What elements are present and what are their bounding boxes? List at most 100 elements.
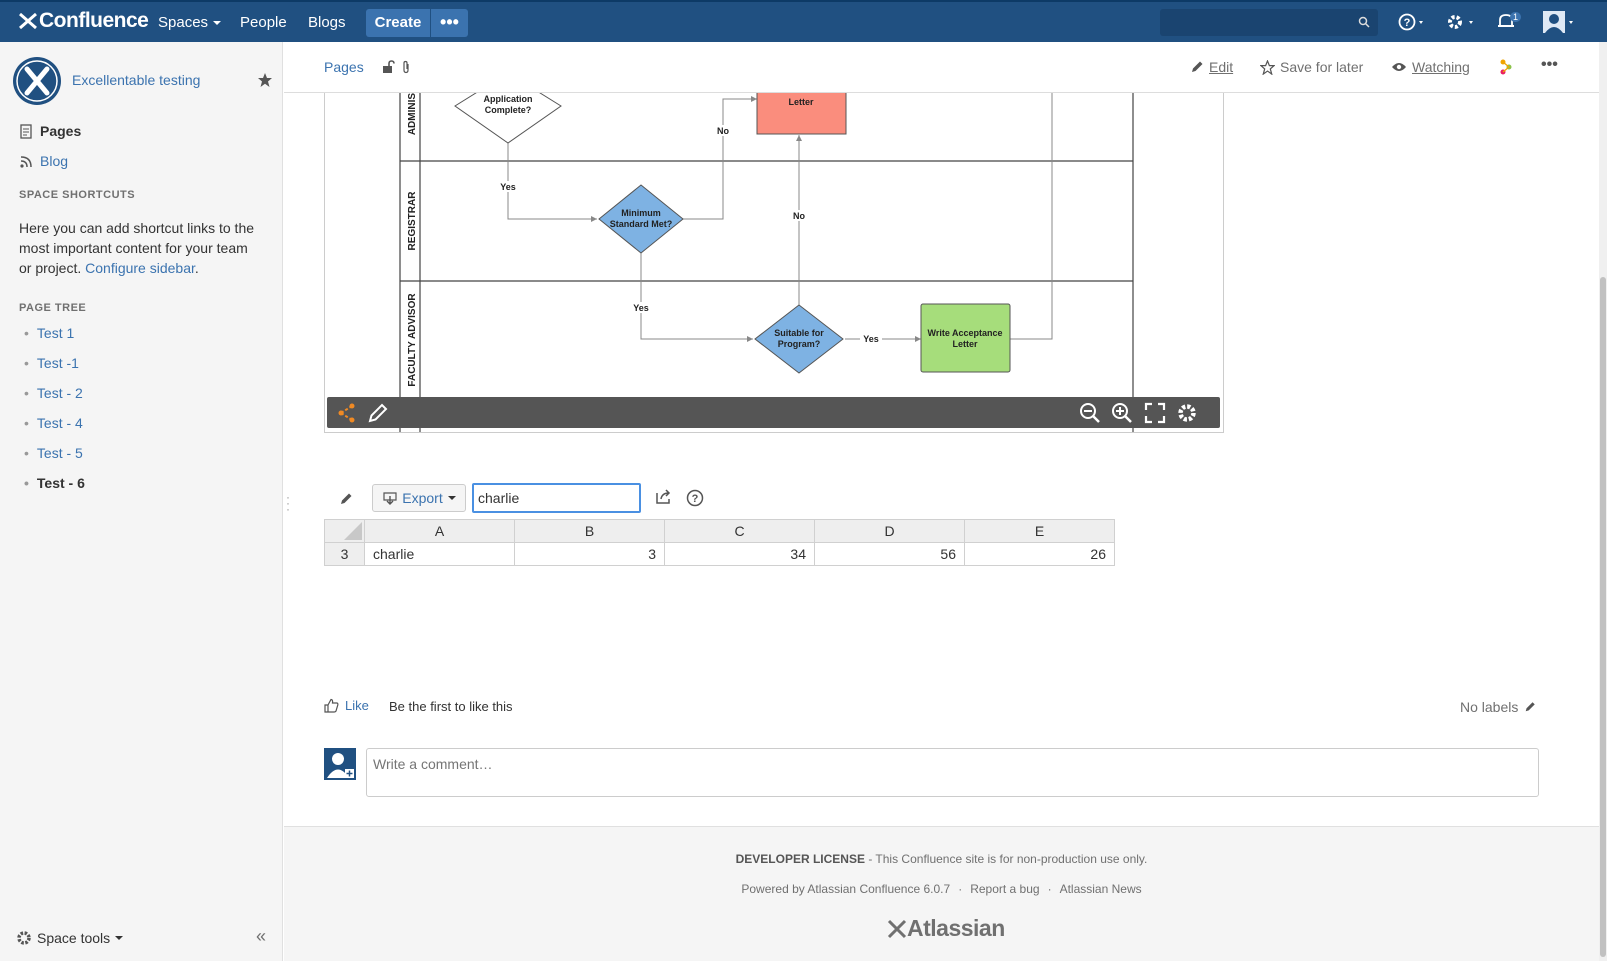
flowchart-diagram[interactable]: ADMINIST REGISTRAR FACULTY ADVISOR Yes N…	[324, 62, 1224, 433]
fullscreen-button[interactable]	[1144, 402, 1166, 427]
node-label-minimum: Minimum	[621, 208, 661, 218]
page-tree-item[interactable]: Test -1	[24, 355, 79, 371]
create-more-button[interactable]: •••	[431, 9, 468, 37]
sheet-help-button[interactable]: ?	[686, 489, 704, 510]
column-header[interactable]: D	[814, 519, 965, 543]
atlassian-logo[interactable]: Atlassian	[887, 915, 1005, 942]
sheet-edit-button[interactable]	[339, 484, 353, 514]
table-cell[interactable]: charlie	[364, 542, 515, 566]
space-tools-button[interactable]: Space tools	[16, 930, 124, 946]
connector	[682, 98, 757, 220]
settings-menu[interactable]	[1446, 12, 1478, 35]
save-for-later-label: Save for later	[1280, 59, 1364, 75]
powered-by-link[interactable]: Powered by Atlassian Confluence 6.0.7	[741, 882, 950, 896]
svg-text:?: ?	[692, 493, 699, 505]
top-header: Confluence Spaces People Blogs Create ••…	[0, 0, 1607, 42]
like-summary: Be the first to like this	[389, 699, 513, 714]
node-label-suitable: Suitable for	[774, 328, 824, 338]
column-header[interactable]: B	[514, 519, 665, 543]
watching-button[interactable]: Watching	[1391, 59, 1470, 75]
pencil-icon	[1526, 702, 1536, 712]
scrollbar-thumb[interactable]	[1600, 277, 1606, 957]
atlassian-logo-text: Atlassian	[907, 915, 1005, 941]
confluence-logo[interactable]: Confluence	[18, 9, 149, 33]
connector	[640, 251, 753, 340]
zoom-in-icon	[1112, 403, 1132, 423]
attachments-button[interactable]	[401, 60, 416, 74]
space-name-link[interactable]: Excellentable testing	[72, 72, 200, 88]
share-network-icon	[338, 403, 355, 423]
restrictions-button[interactable]	[381, 60, 400, 74]
share-arrow-icon	[656, 489, 671, 504]
page-tree-heading: PAGE TREE	[19, 302, 87, 314]
export-button[interactable]: Export	[372, 484, 466, 512]
space-shortcuts-text: Here you can add shortcut links to the m…	[19, 218, 264, 278]
eye-icon	[1392, 63, 1406, 71]
comment-input[interactable]	[366, 748, 1539, 797]
report-bug-link[interactable]: Report a bug	[970, 882, 1039, 896]
table-cell[interactable]: 26	[964, 542, 1115, 566]
nav-blogs[interactable]: Blogs	[308, 14, 346, 31]
table-cell[interactable]: 56	[814, 542, 965, 566]
share-sheet-button[interactable]	[655, 489, 673, 508]
page-tree-item[interactable]: Test - 5	[24, 445, 83, 461]
diagram-viewer-toolbar	[327, 397, 1220, 428]
configure-sidebar-link[interactable]: Configure sidebar	[85, 260, 195, 276]
gear-icon	[17, 931, 31, 945]
page-tree-item[interactable]: Test - 2	[24, 385, 83, 401]
user-avatar-icon	[327, 753, 354, 778]
connector	[1010, 63, 1053, 340]
atlassian-news-link[interactable]: Atlassian News	[1060, 882, 1142, 896]
notification-count-badge: 1	[1510, 12, 1522, 22]
sheet-search-input[interactable]	[472, 483, 641, 513]
edge-label-no: No	[717, 126, 729, 136]
space-logo[interactable]	[13, 57, 61, 105]
breadcrumb-pages[interactable]: Pages	[324, 59, 364, 75]
nav-people[interactable]: People	[240, 14, 287, 31]
save-for-later-button[interactable]: Save for later	[1260, 59, 1363, 75]
unlock-icon	[383, 60, 395, 73]
column-header[interactable]: E	[964, 519, 1115, 543]
edge-label-yes: Yes	[500, 182, 516, 192]
help-icon: ?	[686, 489, 704, 507]
chevron-down-icon	[447, 496, 456, 500]
edit-diagram-button[interactable]	[367, 402, 389, 427]
help-icon: ?	[1398, 13, 1423, 31]
page-tree-item[interactable]: Test - 4	[24, 415, 83, 431]
zoom-out-button[interactable]	[1079, 402, 1101, 427]
page-tree-item[interactable]: Test 1	[24, 325, 74, 341]
column-header[interactable]: C	[664, 519, 815, 543]
create-button[interactable]: Create	[366, 9, 430, 37]
edit-button[interactable]: Edit	[1190, 59, 1233, 75]
drag-handle[interactable]: · · ·	[286, 491, 290, 515]
user-menu[interactable]	[1542, 10, 1578, 37]
table-cell[interactable]: 34	[664, 542, 815, 566]
search-input[interactable]	[1160, 9, 1378, 36]
table-cell[interactable]: 3	[514, 542, 665, 566]
row-header[interactable]: 3	[324, 542, 365, 566]
chevron-down-icon	[115, 936, 124, 940]
edge-label-no: No	[793, 211, 805, 221]
share-link-button[interactable]	[1499, 59, 1518, 75]
collapse-sidebar-button[interactable]: «	[256, 926, 266, 947]
paperclip-icon	[403, 60, 409, 74]
labels-section[interactable]: No labels	[1460, 699, 1536, 715]
page-tree-item-current[interactable]: Test - 6	[24, 475, 85, 491]
more-actions-button[interactable]: •••	[1541, 56, 1558, 74]
help-menu[interactable]: ?	[1398, 12, 1428, 35]
select-all-corner[interactable]	[324, 519, 365, 543]
space-sidebar: Excellentable testing Pages Blog SPACE S…	[0, 42, 283, 961]
sidebar-blog-link[interactable]: Blog	[19, 153, 68, 169]
diagram-app-button[interactable]	[336, 402, 358, 427]
favourite-space-button[interactable]	[257, 72, 273, 91]
node-label-standard-met: Standard Met?	[610, 219, 673, 229]
column-header[interactable]: A	[364, 519, 515, 543]
diagram-settings-button[interactable]	[1176, 402, 1198, 427]
page-scrollbar[interactable]	[1599, 42, 1607, 961]
like-button[interactable]: Like	[324, 698, 369, 713]
search-icon	[1358, 16, 1370, 28]
zoom-in-button[interactable]	[1111, 402, 1133, 427]
nav-spaces[interactable]: Spaces	[158, 14, 222, 31]
sidebar-pages-link[interactable]: Pages	[19, 123, 81, 139]
brand-label: Confluence	[39, 9, 149, 32]
